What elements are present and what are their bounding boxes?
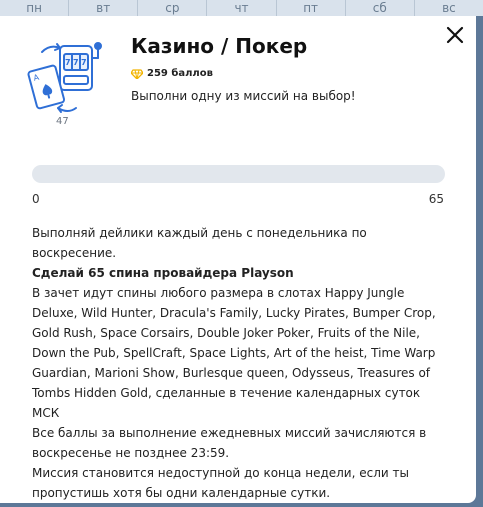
description-conditions: В зачет идут спины любого размера в слот…	[32, 286, 436, 420]
description-availability-note: Миссия становится недоступной до конца н…	[32, 466, 409, 500]
svg-text:7: 7	[65, 58, 71, 67]
description-task: Сделай 65 спина провайдера Playson	[32, 266, 294, 280]
progress-min-label: 0	[32, 192, 40, 206]
mission-modal: A 7 7 7 47 Казино / Покер 259 баллов Вып…	[0, 16, 476, 503]
weekday-thu: чт	[207, 0, 277, 16]
close-icon	[446, 26, 464, 44]
svg-text:7: 7	[81, 58, 87, 67]
points-label: 259 баллов	[147, 68, 213, 79]
weekday-sun: вс	[442, 1, 456, 15]
mission-count: 47	[56, 116, 69, 127]
svg-text:7: 7	[73, 58, 79, 67]
close-button[interactable]	[444, 24, 466, 46]
weekday-mon: пн	[0, 0, 70, 16]
weekday-sat: сб	[346, 0, 415, 16]
weekday-header: пн вт ср чт пт сб вс	[0, 0, 483, 16]
progress-max-label: 65	[428, 192, 444, 206]
mission-description: Выполняй дейлики каждый день с понедельн…	[32, 223, 446, 503]
backdrop-edge	[476, 16, 483, 507]
weekday-fri: пт	[277, 0, 346, 16]
progress-bar	[32, 165, 445, 183]
weekday-wed: ср	[138, 0, 208, 16]
modal-title: Казино / Покер	[131, 34, 308, 58]
points-badge: 259 баллов	[131, 68, 213, 79]
modal-subtitle: Выполни одну из миссий на выбор!	[131, 89, 356, 103]
slot-machine-cards-icon: A 7 7 7	[24, 38, 104, 116]
weekday-tue: вт	[69, 0, 139, 16]
gem-icon	[131, 68, 143, 79]
description-points-note: Все баллы за выполнение ежедневных мисси…	[32, 426, 427, 460]
description-intro: Выполняй дейлики каждый день с понедельн…	[32, 226, 367, 260]
